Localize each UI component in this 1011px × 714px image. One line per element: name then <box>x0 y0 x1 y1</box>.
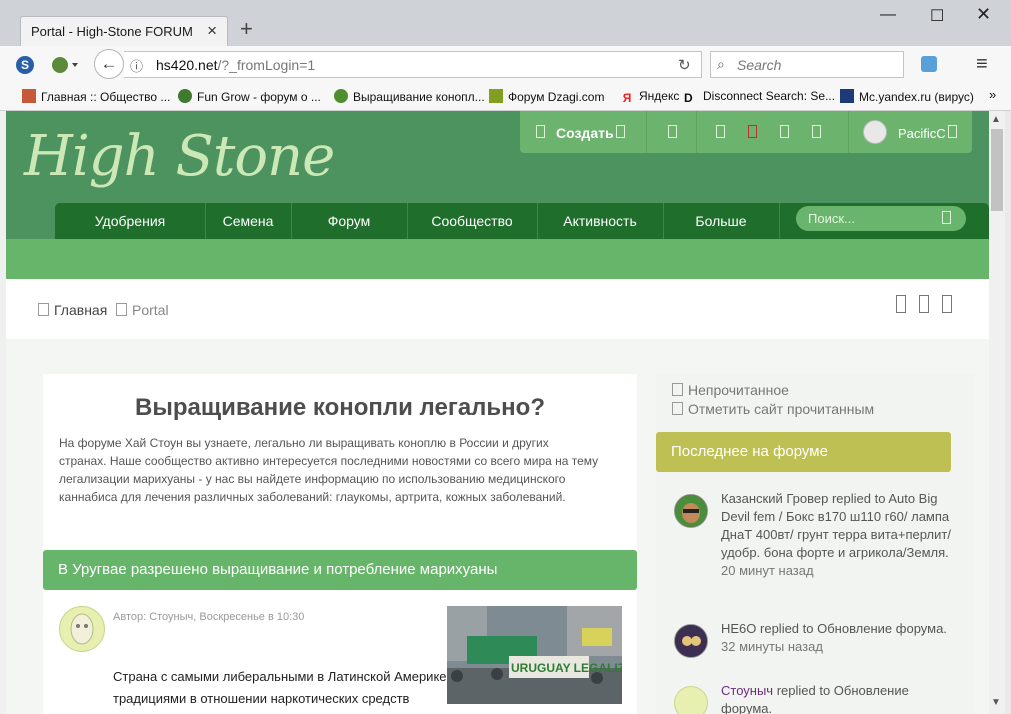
scrollbar[interactable]: ▲ ▼ <box>989 111 1005 714</box>
mark-read-link[interactable]: Отметить сайт прочитанным <box>672 401 874 417</box>
check-icon <box>672 402 683 415</box>
rss-icon[interactable] <box>942 295 952 313</box>
nav-item-activity[interactable]: Активность <box>537 203 663 239</box>
friends-icon[interactable] <box>780 125 789 138</box>
search-icon: ⌕ <box>717 56 725 72</box>
new-tab-icon[interactable]: + <box>240 18 253 40</box>
more-bookmarks-icon[interactable]: » <box>989 87 996 102</box>
notifications-icon[interactable] <box>668 125 677 138</box>
bookmark-item[interactable]: Я Яндекс <box>620 89 680 105</box>
browser-search[interactable]: ⌕ Search <box>710 51 904 78</box>
nav-item-seeds[interactable]: Семена <box>205 203 291 239</box>
reports-icon[interactable] <box>748 125 757 138</box>
url-text: hs420.net/?_fromLogin=1 <box>156 57 316 73</box>
info-icon[interactable]: ⓘ <box>130 56 143 75</box>
scroll-thumb[interactable] <box>991 129 1003 211</box>
intro-text: На форуме Хай Стоун вы узнаете, легально… <box>59 436 599 504</box>
scroll-up-icon[interactable]: ▲ <box>991 114 1001 125</box>
disconnect-icon: D <box>684 91 693 105</box>
nav-item-more[interactable]: Больше <box>663 203 779 239</box>
back-button[interactable]: ← <box>94 49 124 79</box>
username[interactable]: PacificC <box>898 126 946 141</box>
leaf-icon <box>334 89 348 103</box>
user-avatar[interactable] <box>863 120 887 144</box>
main-nav: Удобрения Семена Форум Сообщество Активн… <box>55 203 989 239</box>
latest-forum-header: Последнее на форуме <box>656 432 951 472</box>
breadcrumb-home[interactable]: Главная <box>38 302 107 318</box>
tab-strip: Portal - High-Stone FORUM × + — ☐ ✕ <box>0 0 1011 46</box>
skype-icon[interactable] <box>921 56 937 72</box>
navigation-bar: S ← ⓘ hs420.net/?_fromLogin=1 ↻ ⌕ Search… <box>0 46 1011 85</box>
url-bar[interactable]: ⓘ hs420.net/?_fromLogin=1 ↻ <box>124 51 702 78</box>
bookmarks-icon[interactable] <box>812 125 821 138</box>
feed-avatar[interactable] <box>674 624 708 658</box>
chevron-down-icon[interactable] <box>616 125 625 138</box>
main-content: Выращивание конопли легально? На форуме … <box>43 374 637 714</box>
share-icon[interactable] <box>919 295 929 313</box>
yandex-icon: Я <box>622 91 632 105</box>
article-header[interactable]: В Уругвае разрешено выращивание и потреб… <box>43 550 637 590</box>
bookmark-item[interactable]: Главная :: Общество ... <box>22 89 170 104</box>
site-search[interactable]: Поиск... <box>796 206 966 231</box>
unread-link[interactable]: Непрочитанное <box>672 382 789 398</box>
breadcrumb: Главная Portal <box>6 279 989 339</box>
feed-item[interactable]: Казанский Гровер replied to Auto Big Dev… <box>721 490 951 580</box>
bookmark-item[interactable]: D Disconnect Search: Se... <box>684 89 835 105</box>
photo-sign-text: URUGUAY LEGALIZA <box>511 661 622 675</box>
feed-avatar[interactable] <box>674 686 708 714</box>
site-logo[interactable]: High Stone <box>24 117 335 197</box>
tab-close-icon[interactable]: × <box>207 21 217 41</box>
article-title[interactable]: В Уругвае разрешено выращивание и потреб… <box>58 561 497 578</box>
bookmark-item[interactable]: Fun Grow - форум о ... <box>178 89 321 104</box>
unread-icon <box>672 383 683 396</box>
pencil-icon <box>536 125 545 138</box>
sync-icon[interactable]: S <box>16 56 34 74</box>
reload-icon[interactable]: ↻ <box>678 56 691 74</box>
close-window-icon[interactable]: ✕ <box>976 4 991 25</box>
article-body: Страна с самыми либеральными в Латинской… <box>113 669 447 706</box>
nav-item-forum[interactable]: Форум <box>291 203 407 239</box>
chevron-down-icon[interactable] <box>948 125 957 138</box>
page-viewport: High Stone Создать PacificC Удобрения Се… <box>6 111 989 714</box>
site-header: High Stone Создать PacificC Удобрения Се… <box>6 111 989 239</box>
author-avatar[interactable] <box>59 606 105 652</box>
breadcrumb-portal: Portal <box>116 302 169 318</box>
chevron-right-icon <box>116 303 127 316</box>
browser-window: Portal - High-Stone FORUM × + — ☐ ✕ S ← … <box>0 0 1011 714</box>
tab-title: Portal - High-Stone FORUM <box>31 24 193 39</box>
feed-avatar[interactable] <box>674 494 708 528</box>
bookmark-item[interactable]: Mc.yandex.ru (вирус) <box>840 89 974 104</box>
nav-item-fertilizers[interactable]: Удобрения <box>55 203 205 239</box>
browser-tab[interactable]: Portal - High-Stone FORUM × <box>20 16 228 46</box>
page-title: Выращивание конопли легально? <box>134 394 545 421</box>
monitor-icon <box>840 89 854 103</box>
maximize-icon[interactable]: ☐ <box>930 6 944 26</box>
nav-item-community[interactable]: Сообщество <box>407 203 537 239</box>
search-icon[interactable] <box>942 211 951 224</box>
follow-icon[interactable] <box>896 295 906 313</box>
create-button[interactable]: Создать <box>556 125 614 141</box>
bookmark-item[interactable]: Выращивание конопл... <box>334 89 485 104</box>
leaf-icon <box>178 89 192 103</box>
extension-icon[interactable] <box>50 55 80 78</box>
feed-item[interactable]: HE6O replied to Обновление форума. 32 ми… <box>721 620 951 656</box>
minimize-icon[interactable]: — <box>880 6 896 24</box>
scroll-down-icon[interactable]: ▼ <box>991 697 1001 708</box>
bookmark-item[interactable]: Форум Dzagi.com <box>489 89 604 104</box>
messages-icon[interactable] <box>716 125 725 138</box>
bookmark-favicon-icon <box>22 89 36 103</box>
home-icon <box>38 303 49 316</box>
feed-item[interactable]: Стоуныч replied to Обновление форума. <box>721 682 951 714</box>
site-search-placeholder: Поиск... <box>808 211 855 226</box>
bookmark-favicon-icon <box>489 89 503 103</box>
bookmarks-bar: Главная :: Общество ... Fun Grow - форум… <box>0 84 1011 111</box>
user-bar: Создать PacificC <box>520 111 972 153</box>
search-placeholder: Search <box>737 57 782 73</box>
article-meta: Автор: Стоуныч, Воскресенье в 10:30 <box>113 611 305 623</box>
latest-forum-title: Последнее на форуме <box>671 443 828 460</box>
article-photo[interactable]: URUGUAY LEGALIZA <box>447 606 622 704</box>
sidebar: Непрочитанное Отметить сайт прочитанным … <box>656 374 975 714</box>
menu-icon[interactable]: ≡ <box>976 53 988 76</box>
header-strip <box>6 239 989 279</box>
